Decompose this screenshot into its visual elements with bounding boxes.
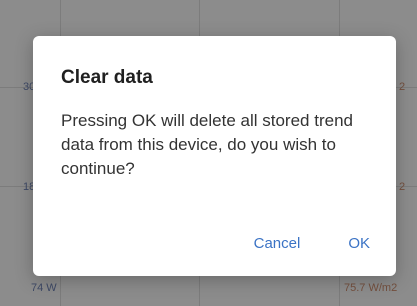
dialog-title: Clear data: [61, 67, 153, 88]
cancel-button[interactable]: Cancel: [254, 235, 301, 252]
dialog-actions: Cancel OK: [254, 235, 370, 252]
dialog-message: Pressing OK will delete all stored trend…: [61, 111, 353, 178]
clear-data-dialog: Clear data Pressing OK will delete all s…: [33, 36, 396, 276]
ok-button[interactable]: OK: [348, 235, 370, 252]
